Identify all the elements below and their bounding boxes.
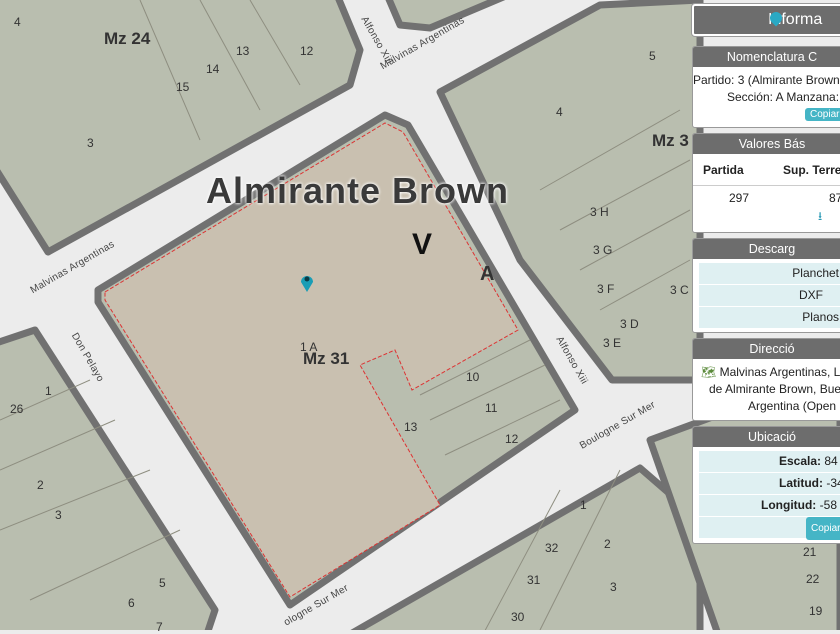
- superficie-value: 87: [829, 191, 840, 205]
- section-header: Descarg: [693, 239, 840, 259]
- section-header: Nomenclatura C: [693, 47, 840, 67]
- parcel-number: 3 E: [603, 336, 622, 350]
- latitud-value: -34: [826, 476, 840, 490]
- copy-button[interactable]: Copiar: [805, 108, 840, 121]
- download-planchet[interactable]: Planchet: [699, 263, 840, 285]
- fraction-letter: A: [480, 263, 495, 285]
- parcel-number: 15: [176, 80, 190, 94]
- info-panel: Informa Nomenclatura C Partido: 3 (Almir…: [692, 4, 840, 549]
- parcel-number: 4: [14, 15, 21, 29]
- direccion-section: Direcció 🗺 Malvinas Argentinas, L de Alm…: [692, 338, 840, 421]
- parcel-number: 5: [159, 576, 166, 590]
- column-header: Sup. Terre: [783, 163, 840, 177]
- ubicacion-section: Ubicació Escala: 84 Latitud: -34 Longitu…: [692, 426, 840, 544]
- parcel-number: 3 C: [670, 283, 689, 297]
- nomenclatura-section: Nomenclatura C Partido: 3 (Almirante Bro…: [692, 46, 840, 128]
- section-letter: V: [412, 228, 433, 261]
- longitud-label: Longitud:: [761, 498, 817, 512]
- parcel-number: 1: [580, 498, 587, 512]
- download-icon[interactable]: ⭳: [693, 205, 840, 232]
- block-label: Mz 3: [652, 131, 689, 150]
- address-line: Malvinas Argentinas, L: [719, 365, 840, 379]
- parcel-number: 32: [545, 541, 559, 555]
- parcel-number: 10: [466, 370, 480, 384]
- escala-value: 84: [824, 454, 838, 468]
- parcel-number: 3: [55, 508, 62, 522]
- valores-section: Valores Bás Partida Sup. Terre 297 87 ⭳: [692, 133, 840, 233]
- block-label: Mz 24: [104, 29, 151, 48]
- parcel-number: 5: [649, 49, 656, 63]
- partida-value: 297: [729, 191, 750, 205]
- descargas-section: Descarg Planchet DXF Planos: [692, 238, 840, 333]
- address-line: Argentina (Open S: [748, 399, 840, 413]
- parcel-number: 12: [505, 432, 519, 446]
- parcel-number: 30: [511, 610, 525, 624]
- parcel-number: 13: [236, 44, 250, 58]
- column-header: Partida: [703, 163, 744, 177]
- copy-button[interactable]: Copiar: [806, 517, 840, 540]
- parcel-number: 4: [556, 105, 563, 119]
- map-title: Almirante Brown: [206, 170, 510, 211]
- section-header: Valores Bás: [693, 134, 840, 154]
- parcel-number: 1 A: [300, 340, 318, 354]
- parcel-number: 6: [128, 596, 135, 610]
- parcel-number: 3 H: [590, 205, 609, 219]
- parcel-number: 3 F: [597, 282, 615, 296]
- panel-title: Informa: [692, 4, 840, 36]
- parcel-number: 13: [404, 420, 418, 434]
- map-icon: 🗺: [701, 365, 717, 379]
- parcel-number: 3: [610, 580, 617, 594]
- parcel-number: 14: [206, 62, 220, 76]
- address-line: de Almirante Brown, Bue: [709, 382, 840, 396]
- nomenclatura-line: Sección: A Manzana:: [726, 90, 840, 104]
- parcel-number: 2: [604, 537, 611, 551]
- escala-label: Escala:: [779, 454, 822, 468]
- parcel-number: 7: [156, 620, 163, 634]
- section-header: Direcció: [693, 339, 840, 359]
- parcel-number: 2: [37, 478, 44, 492]
- parcel-number: 3 G: [593, 243, 613, 257]
- parcel-number: 31: [527, 573, 541, 587]
- parcel-number: 22: [806, 572, 820, 586]
- longitud-value: -58: [819, 498, 837, 512]
- nomenclatura-line: Partido: 3 (Almirante Brown: [693, 73, 840, 87]
- latitud-label: Latitud:: [779, 476, 823, 490]
- parcel-number: 3 D: [620, 317, 639, 331]
- section-header: Ubicació: [693, 427, 840, 447]
- parcel-number: 19: [809, 604, 823, 618]
- download-planos[interactable]: Planos: [699, 307, 840, 329]
- download-dxf[interactable]: DXF: [699, 285, 840, 307]
- parcel-number: 26: [10, 402, 24, 416]
- parcel-number: 3: [87, 136, 94, 150]
- parcel-number: 11: [485, 401, 498, 415]
- parcel-number: 1: [45, 384, 52, 398]
- parcel-number: 12: [300, 44, 314, 58]
